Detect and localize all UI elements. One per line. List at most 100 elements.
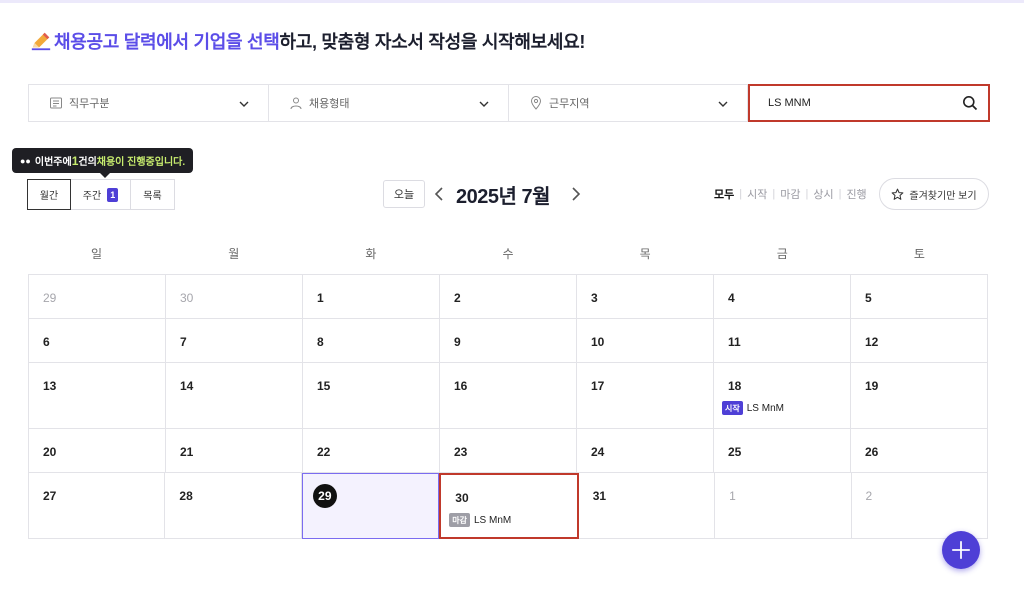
calendar-day[interactable]: 7 [166, 319, 303, 363]
calendar-day[interactable]: 23 [440, 429, 577, 473]
add-fab-button[interactable] [942, 531, 980, 569]
calendar-day[interactable]: 2 [851, 473, 988, 539]
tab-monthly[interactable]: 월간 [27, 179, 71, 210]
day-number: 29 [43, 291, 57, 305]
calendar-day[interactable]: 31 [578, 473, 716, 539]
weekly-count-badge: 1 [107, 187, 119, 202]
day-number: 6 [43, 335, 50, 349]
start-tag: 시작 [722, 401, 743, 415]
chevron-down-icon [718, 101, 728, 107]
tab-list[interactable]: 목록 [131, 179, 175, 210]
person-icon [289, 96, 303, 110]
calendar-day[interactable]: 5 [851, 275, 988, 319]
weekday-wed: 수 [502, 246, 514, 261]
calendar-week: 13 14 15 16 17 18 시작 LS MnM 19 [29, 363, 988, 429]
calendar-day[interactable]: 1 [715, 473, 852, 539]
calendar-week: 27 28 29 30 마감 LS MnM 31 1 2 [29, 473, 988, 539]
day-number: 17 [591, 379, 605, 393]
search-icon[interactable] [962, 95, 978, 111]
calendar-day[interactable]: 13 [29, 363, 166, 429]
calendar-day[interactable]: 30 [166, 275, 303, 319]
day-number: 3 [591, 291, 598, 305]
deadline-event-ls-mnm[interactable]: 마감 LS MnM [449, 513, 576, 527]
calendar-day[interactable]: 12 [851, 319, 988, 363]
day-number: 12 [865, 335, 879, 349]
day-number: 24 [591, 445, 605, 459]
calendar-day[interactable]: 2 [440, 275, 577, 319]
day-number: 20 [43, 445, 57, 459]
month-title: 2025년 7월 [456, 185, 550, 208]
calendar-day[interactable]: 9 [440, 319, 577, 363]
day-number: 31 [592, 489, 607, 503]
calendar-day[interactable]: 16 [440, 363, 577, 429]
calendar-day[interactable]: 20 [29, 429, 166, 473]
status-separator: | [739, 188, 743, 200]
calendar-week: 20 21 22 23 24 25 26 [29, 429, 988, 473]
status-filter-all[interactable]: 모두 [714, 186, 734, 202]
company-search-input[interactable] [768, 97, 948, 109]
weekday-sun: 일 [91, 246, 103, 261]
calendar-day[interactable]: 24 [577, 429, 714, 473]
today-button[interactable]: 오늘 [383, 180, 425, 208]
day-number: 1 [729, 489, 736, 503]
day-number: 19 [865, 379, 879, 393]
calendar-day-today[interactable]: 29 [301, 473, 440, 539]
day-number: 8 [317, 335, 324, 349]
calendar-day[interactable]: 11 [714, 319, 851, 363]
calendar-day[interactable]: 6 [29, 319, 166, 363]
calendar-day[interactable]: 22 [303, 429, 440, 473]
day-number: 25 [728, 445, 742, 459]
calendar-day[interactable]: 15 [303, 363, 440, 429]
employment-type-dropdown[interactable]: 채용형태 [268, 84, 508, 122]
calendar-day[interactable]: 19 [851, 363, 988, 429]
calendar-day-highlighted[interactable]: 30 마감 LS MnM [439, 473, 579, 539]
calendar-day[interactable]: 4 [714, 275, 851, 319]
filter-bar: 직무구분 채용형태 근무지역 [28, 84, 990, 122]
work-region-dropdown[interactable]: 근무지역 [508, 84, 748, 122]
employment-type-label: 채용형태 [309, 98, 350, 110]
calendar-day[interactable]: 17 [577, 363, 714, 429]
tab-weekly[interactable]: 주간 1 [71, 179, 131, 210]
calendar-day[interactable]: 28 [165, 473, 302, 539]
tab-monthly-label: 월간 [39, 191, 59, 202]
headline-accent: 채용공고 달력에서 기업을 선택 [54, 32, 280, 52]
tooltip-prefix: 이번주에 [34, 157, 72, 168]
location-pin-icon [529, 96, 543, 110]
calendar-day[interactable]: 14 [166, 363, 303, 429]
headline-rest: 하고, 맞춤형 자소서 작성을 시작해보세요! [279, 32, 586, 52]
start-event-ls-mnm[interactable]: 시작 LS MnM [722, 401, 850, 415]
calendar-day[interactable]: 10 [577, 319, 714, 363]
status-filter-deadline[interactable]: 마감 [780, 186, 800, 202]
calendar-day[interactable]: 18 시작 LS MnM [714, 363, 851, 429]
pencil-icon [31, 32, 51, 51]
status-filter-start[interactable]: 시작 [747, 186, 767, 202]
calendar-day[interactable]: 25 [714, 429, 851, 473]
calendar-day[interactable]: 21 [166, 429, 303, 473]
status-separator: | [772, 188, 776, 200]
status-filter-always[interactable]: 상시 [813, 186, 833, 202]
day-number: 30 [455, 491, 469, 505]
tooltip-middle: 건의 [78, 157, 97, 168]
weekday-thu: 목 [639, 246, 651, 261]
day-number: 26 [865, 445, 879, 459]
calendar-day[interactable]: 1 [303, 275, 440, 319]
favorites-only-button[interactable]: 즐겨찾기만 보기 [879, 178, 989, 210]
calendar-day[interactable]: 26 [851, 429, 988, 473]
day-number: 14 [180, 379, 194, 393]
calendar-day[interactable]: 29 [29, 275, 166, 319]
calendar-day[interactable]: 27 [29, 473, 166, 539]
prev-month-arrow-icon[interactable] [432, 185, 446, 203]
calendar-day[interactable]: 8 [303, 319, 440, 363]
day-number: 2 [865, 489, 873, 503]
status-filter-ongoing[interactable]: 진행 [846, 186, 866, 202]
calendar-week: 6 7 8 9 10 11 12 [29, 319, 988, 363]
event-company: LS MnM [746, 402, 784, 414]
status-separator: | [838, 188, 842, 200]
job-category-dropdown[interactable]: 직무구분 [28, 84, 268, 122]
day-number: 28 [179, 489, 193, 503]
calendar-day[interactable]: 3 [577, 275, 714, 319]
event-company: LS MnM [474, 514, 512, 526]
next-month-arrow-icon[interactable] [569, 185, 583, 203]
favorites-only-label: 즐겨찾기만 보기 [909, 190, 977, 202]
weekday-header: 일 월 화 수 목 금 토 [28, 232, 988, 274]
